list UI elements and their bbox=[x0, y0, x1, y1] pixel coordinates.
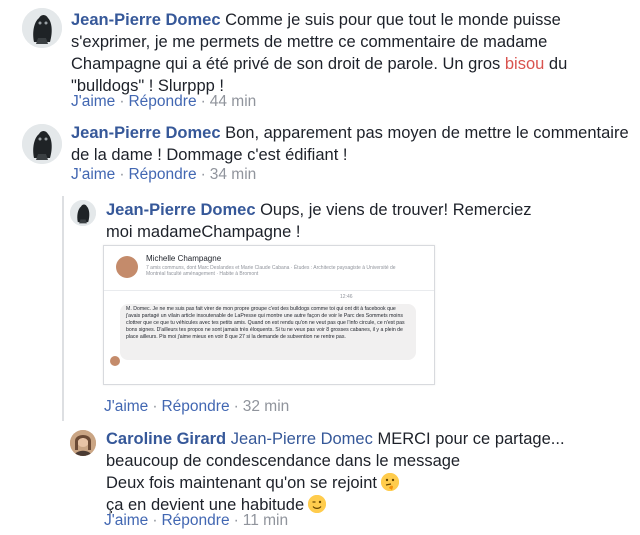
comment-line: beaucoup de condescendance dans le messa… bbox=[106, 452, 461, 470]
comment-body: MERCI pour ce partage... bbox=[372, 430, 565, 448]
avatar[interactable] bbox=[22, 124, 62, 164]
comment-actions: J'aime · Répondre · 11 min bbox=[104, 512, 288, 530]
comment-actions: J'aime · Répondre · 34 min bbox=[71, 166, 256, 184]
comment-text: Jean-Pierre Domec Bon, apparement pas mo… bbox=[71, 122, 631, 166]
comment-line: Deux fois maintenant qu'on se rejoint bbox=[106, 472, 626, 494]
comment-author[interactable]: Jean-Pierre Domec bbox=[71, 124, 221, 142]
comment-text: Jean-Pierre Domec Comme je suis pour que… bbox=[71, 9, 626, 97]
separator: · bbox=[200, 166, 206, 183]
divider bbox=[104, 290, 434, 291]
profile-name: Michelle Champagne bbox=[146, 254, 222, 263]
avatar[interactable] bbox=[70, 430, 96, 456]
sender-avatar bbox=[110, 356, 120, 366]
comment-text: Jean-Pierre Domec Oups, je viens de trou… bbox=[106, 199, 546, 243]
bulldog-avatar-icon bbox=[70, 200, 96, 226]
separator: · bbox=[233, 398, 239, 415]
bulldog-avatar-icon bbox=[22, 124, 62, 164]
avatar[interactable] bbox=[22, 8, 62, 48]
reply-button[interactable]: Répondre bbox=[128, 166, 196, 183]
separator: · bbox=[152, 398, 158, 415]
reply-button[interactable]: Répondre bbox=[161, 398, 229, 415]
profile-details: 7 amis communs, dont Marc Deslandes et M… bbox=[146, 265, 396, 277]
comment-author[interactable]: Jean-Pierre Domec bbox=[106, 201, 256, 219]
mention-tag[interactable]: Jean-Pierre Domec bbox=[231, 430, 373, 448]
like-button[interactable]: J'aime bbox=[104, 512, 148, 529]
separator: · bbox=[233, 512, 239, 529]
timestamp[interactable]: 34 min bbox=[210, 166, 257, 183]
reply-button[interactable]: Répondre bbox=[128, 93, 196, 110]
like-button[interactable]: J'aime bbox=[71, 166, 115, 183]
comment-text: Caroline Girard Jean-Pierre Domec MERCI … bbox=[106, 428, 626, 516]
reply-button[interactable]: Répondre bbox=[161, 512, 229, 529]
comment-actions: J'aime · Répondre · 44 min bbox=[71, 93, 256, 111]
comment-body: Deux fois maintenant qu'on se rejoint bbox=[106, 474, 377, 492]
like-button[interactable]: J'aime bbox=[71, 93, 115, 110]
bulldog-avatar-icon bbox=[22, 8, 62, 48]
thinking-face-icon bbox=[380, 473, 399, 491]
profile-photo bbox=[116, 256, 138, 278]
timestamp[interactable]: 32 min bbox=[243, 398, 290, 415]
comment-actions: J'aime · Répondre · 32 min bbox=[104, 398, 289, 416]
message-bubble: M. Domec. Je ne me suis pas fait virer d… bbox=[120, 304, 416, 360]
woman-avatar-icon bbox=[70, 430, 96, 456]
like-button[interactable]: J'aime bbox=[104, 398, 148, 415]
avatar[interactable] bbox=[70, 200, 96, 226]
separator: · bbox=[119, 93, 125, 110]
separator: · bbox=[119, 166, 125, 183]
timestamp[interactable]: 44 min bbox=[210, 93, 257, 110]
comment-line: Caroline Girard Jean-Pierre Domec MERCI … bbox=[106, 428, 626, 450]
separator: · bbox=[152, 512, 158, 529]
attached-screenshot[interactable]: Michelle Champagne 7 amis communs, dont … bbox=[103, 245, 435, 385]
message-time: 12:46 bbox=[340, 294, 353, 300]
highlighted-word[interactable]: bisou bbox=[505, 55, 544, 73]
comment-author[interactable]: Caroline Girard bbox=[106, 430, 226, 448]
timestamp[interactable]: 11 min bbox=[243, 512, 288, 529]
comment-author[interactable]: Jean-Pierre Domec bbox=[71, 11, 221, 29]
winking-face-icon bbox=[308, 495, 327, 513]
separator: · bbox=[200, 93, 206, 110]
reply-thread-line bbox=[62, 196, 64, 421]
